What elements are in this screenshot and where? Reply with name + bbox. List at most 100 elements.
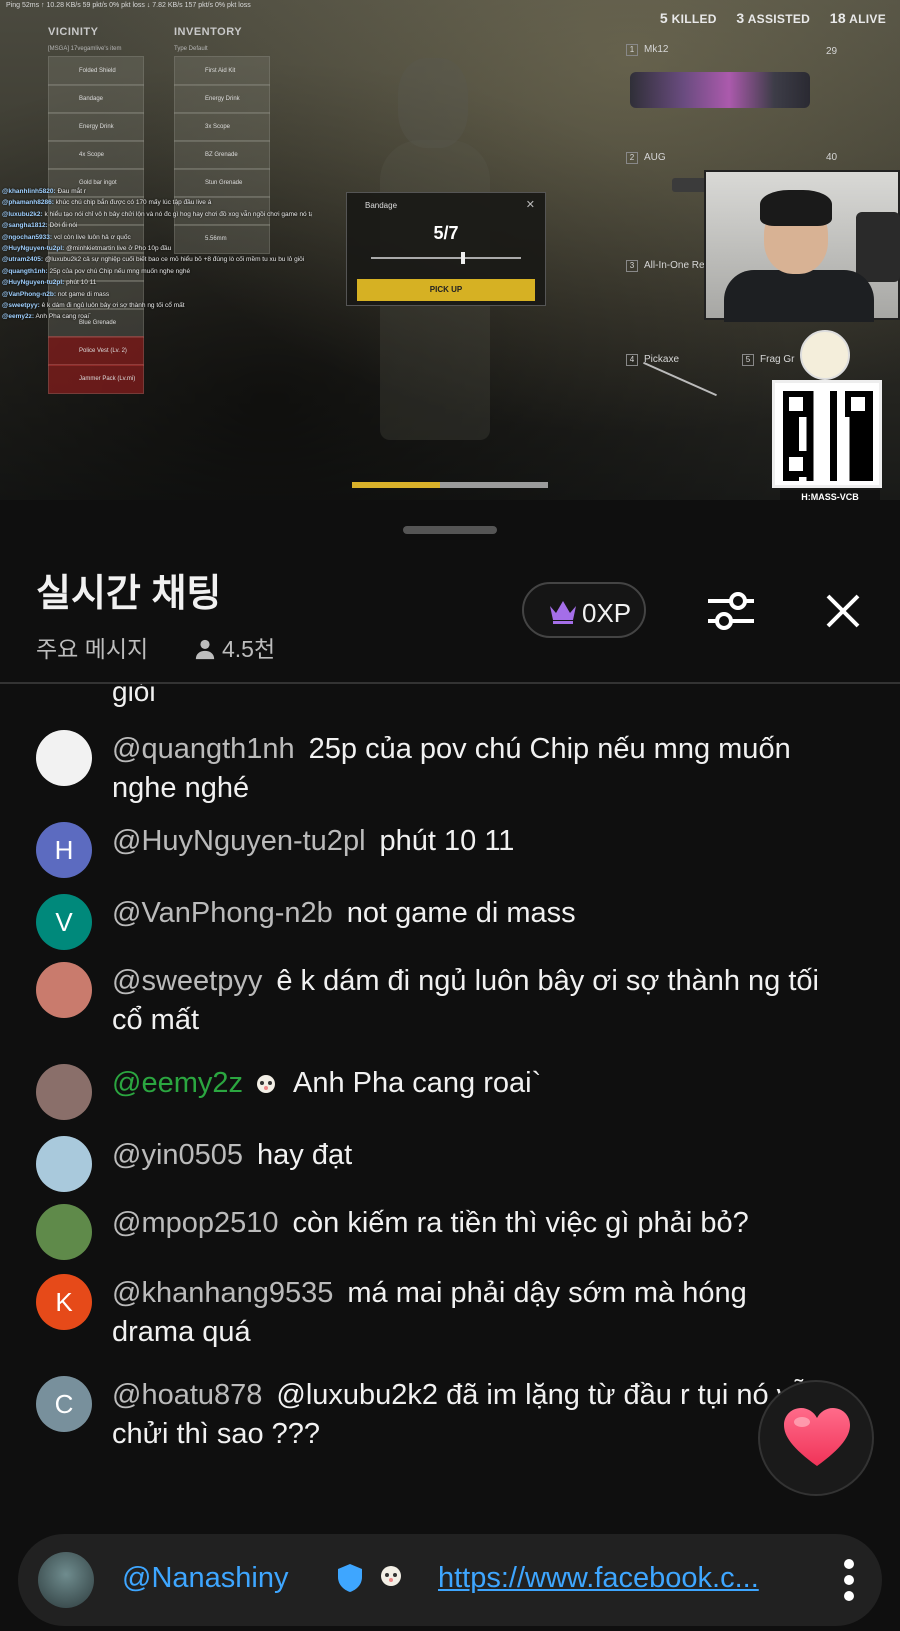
- pickup-dialog: Bandage ✕ 5/7 PICK UP: [346, 192, 546, 306]
- overlay-chat-text: @luxubu2k2 cả sự nghiệp cuối biết bao ce…: [43, 256, 305, 264]
- donation-qr-code: [772, 380, 882, 488]
- tune-icon[interactable]: [706, 588, 756, 634]
- mascot-sticker: [800, 330, 850, 380]
- author-name[interactable]: @VanPhong-n2b: [112, 897, 333, 929]
- overlay-chat-line: @ngochan5933: vcl còn live luôn hả ơ quố…: [2, 232, 312, 243]
- sheep-badge-icon: [381, 1566, 401, 1586]
- overlay-chat-text: 25p của pov chú Chip nếu mng muốn nghe n…: [47, 267, 191, 275]
- author-avatar[interactable]: [36, 730, 92, 786]
- drag-handle[interactable]: [403, 526, 497, 534]
- inventory-subtitle: Type Default: [174, 46, 208, 52]
- author-avatar[interactable]: V: [36, 894, 92, 950]
- dialog-slider-track: [371, 257, 521, 259]
- weapon-slot-2: 2 AUG: [626, 152, 666, 164]
- close-icon[interactable]: [822, 590, 864, 632]
- overlay-chat-text: @minhkietmartin live ở Pho 10p đầu: [64, 245, 172, 253]
- inventory-title: INVENTORY: [174, 26, 243, 38]
- inventory-slot: Folded Shield: [48, 56, 144, 86]
- author-avatar[interactable]: [36, 1204, 92, 1260]
- progress-fill: [352, 482, 441, 488]
- message-text: not game di mass: [346, 897, 576, 929]
- stream-chat-overlay: @khanhlinh5820: Đau mắt r @phamanh8286: k…: [2, 186, 312, 323]
- character-silhouette-head: [398, 58, 468, 148]
- message-body: @khanhang9535 má mai phải dậy sớm mà hóng…: [112, 1274, 832, 1352]
- reaction-heart-button[interactable]: [758, 1380, 874, 1496]
- weapon-2-ammo: 40: [826, 152, 838, 163]
- partial-message-text: giỏi: [112, 684, 156, 707]
- inventory-slot: Energy Drink: [48, 112, 144, 142]
- message-input-link[interactable]: https://www.facebook.c...: [438, 1562, 759, 1595]
- inventory-slot: 4x Scope: [48, 140, 144, 170]
- overlay-chat-line: @luxubu2k2: k hiểu tạo nói chỉ vô h bây …: [2, 209, 312, 220]
- author-name[interactable]: @sweetpyy: [112, 965, 262, 997]
- overlay-chat-line: @phamanh8286: khúc chú chip bắn được có …: [2, 197, 312, 208]
- author-name[interactable]: @mpop2510: [112, 1207, 279, 1239]
- author-name[interactable]: @quangth1nh: [112, 733, 295, 765]
- dialog-slider-knob: [461, 252, 465, 264]
- author-name[interactable]: @hoatu878: [112, 1379, 262, 1411]
- more-vertical-icon[interactable]: [844, 1558, 854, 1602]
- vicinity-title: VICINITY: [48, 26, 99, 38]
- author-avatar[interactable]: [36, 962, 92, 1018]
- overlay-chat-user: @VanPhong-n2b:: [2, 290, 57, 298]
- xp-label: 0XP: [582, 598, 632, 628]
- overlay-chat-user: @phamanh8286:: [2, 199, 54, 207]
- weapon-slot-1: 1 Mk12: [626, 44, 668, 56]
- qr-caption: H:MASS-VCB: [780, 490, 880, 500]
- inventory-slot: BZ Grenade: [174, 140, 270, 170]
- inventory-slot: Jammer Pack (Lv.mi): [48, 364, 144, 394]
- author-avatar[interactable]: K: [36, 1274, 92, 1330]
- author-name[interactable]: @HuyNguyen-tu2pl: [112, 825, 366, 857]
- author-name[interactable]: @eemy2z: [112, 1067, 243, 1099]
- overlay-chat-line: @HuyNguyen-tu2pl: @minhkietmartin live ở…: [2, 243, 312, 254]
- inventory-slot: Police Vest (Lv. 2): [48, 336, 144, 366]
- message-text: Anh Pha cang roai`: [292, 1067, 542, 1099]
- vicinity-subtitle: [MSGA] 17vegamlive's item: [48, 46, 122, 52]
- overlay-chat-user: @sangha1812:: [2, 222, 48, 230]
- heart-icon: [784, 1408, 850, 1466]
- streamer-shirt: [724, 270, 874, 322]
- overlay-chat-user: @utram2405:: [2, 256, 44, 264]
- overlay-chat-text: k hiểu tạo nói chỉ vô h bây chửi lộn và …: [44, 210, 312, 218]
- my-avatar: [38, 1552, 94, 1608]
- message-text: phút 10 11: [379, 825, 515, 857]
- streamer-hair: [760, 190, 832, 226]
- live-chat-panel: 실시간 채팅 주요 메시지 4.5천 0XP giỏi @quangth1nh 2…: [0, 506, 900, 1631]
- message-body: @sweetpyy ê k dám đi ngủ luôn bây ơi sợ t…: [112, 962, 832, 1040]
- chat-composer[interactable]: @Nanashiny https://www.facebook.c...: [18, 1534, 882, 1626]
- weapon-slot-3: 3 All-In-One Rep: [626, 260, 710, 272]
- video-player[interactable]: Ping 52ms ↑ 10.28 KB/s 59 pkt/s 0% pkt l…: [0, 0, 900, 500]
- overlay-chat-text: phút 10 11: [64, 279, 97, 287]
- dialog-title: Bandage: [365, 201, 398, 210]
- author-avatar[interactable]: [36, 1136, 92, 1192]
- inventory-slot: Energy Drink: [174, 84, 270, 114]
- author-name[interactable]: @khanhang9535: [112, 1277, 333, 1309]
- match-stats: 5 KILLED 3 ASSISTED 18 ALIVE: [659, 10, 886, 26]
- message-text: còn kiếm ra tiền thì việc gì phải bỏ?: [292, 1207, 749, 1239]
- overlay-chat-text: Dời ổi nói: [47, 222, 78, 230]
- overlay-chat-text: khúc chú chip bắn được có 170 mấy lúc tậ…: [53, 199, 212, 207]
- weapon-slot-5: 5 Frag Gr: [742, 354, 794, 366]
- author-avatar[interactable]: C: [36, 1376, 92, 1432]
- message-list[interactable]: giỏi @quangth1nh 25p của pov chú Chip nếu…: [0, 684, 900, 1534]
- crown-icon: [550, 601, 576, 624]
- chat-mode-selector[interactable]: 주요 메시지: [36, 630, 148, 664]
- author-name[interactable]: @yin0505: [112, 1139, 243, 1171]
- xp-button[interactable]: 0XP: [522, 582, 646, 638]
- weapon-1-ammo: 29: [826, 46, 838, 57]
- overlay-chat-text: vcl còn live luôn hả ơ quốc: [52, 233, 131, 241]
- streamer-webcam: [704, 170, 900, 322]
- author-avatar[interactable]: [36, 1064, 92, 1120]
- overlay-chat-user: @khanhlinh5820:: [2, 188, 56, 195]
- overlay-chat-line: @khanhlinh5820: Đau mắt r: [2, 186, 312, 197]
- overlay-chat-user: @luxubu2k2:: [2, 210, 43, 218]
- author-avatar[interactable]: H: [36, 822, 92, 878]
- overlay-chat-line: @quangth1nh: 25p của pov chú Chip nếu mn…: [2, 266, 312, 277]
- message-body: @quangth1nh 25p của pov chú Chip nếu mng …: [112, 730, 832, 808]
- chat-title: 실시간 채팅: [36, 573, 222, 615]
- overlay-chat-text: ê k dám đi ngủ luôn bây ơi sợ thành ng t…: [39, 302, 185, 310]
- overlay-chat-user: @eemy2z:: [2, 313, 34, 321]
- dialog-count: 5/7: [433, 223, 459, 243]
- overlay-chat-line: @HuyNguyen-tu2pl: phút 10 11: [2, 277, 312, 288]
- overlay-chat-text: not game di mass: [56, 290, 110, 298]
